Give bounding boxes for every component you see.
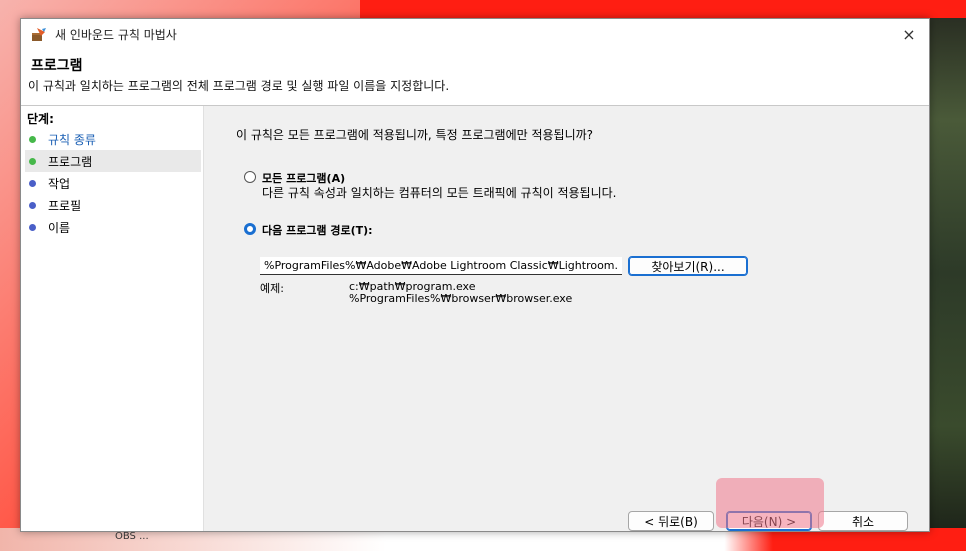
sidebar-item-rule-type[interactable]: 규칙 종류	[25, 128, 201, 150]
program-path-label[interactable]: 다음 프로그램 경로(T):	[262, 222, 373, 238]
back-button[interactable]: < 뒤로(B)	[628, 511, 714, 531]
program-question: 이 규칙은 모든 프로그램에 적용됩니까, 특정 프로그램에만 적용됩니까?	[236, 128, 594, 142]
program-path-radio[interactable]	[244, 223, 256, 235]
page-header: 프로그램 이 규칙과 일치하는 프로그램의 전체 프로그램 경로 및 실행 파일…	[21, 49, 929, 105]
steps-heading: 단계:	[27, 112, 54, 126]
sidebar-item-label: 작업	[48, 176, 71, 191]
click-highlight-overlay	[716, 478, 824, 528]
page-title: 프로그램	[31, 58, 83, 74]
browse-button[interactable]: 찾아보기(R)...	[628, 256, 748, 276]
sidebar-item-name[interactable]: 이름	[25, 216, 201, 238]
sidebar-item-label: 프로필	[48, 198, 82, 213]
title-bar: 새 인바운드 규칙 마법사 ×	[21, 19, 929, 49]
sidebar-item-action[interactable]: 작업	[25, 172, 201, 194]
sidebar-item-label: 프로그램	[48, 154, 93, 169]
firewall-wizard-icon	[31, 26, 47, 42]
steps-sidebar: 단계: 규칙 종류 프로그램 작업 프로필 이름	[21, 106, 204, 531]
sidebar-item-program[interactable]: 프로그램	[25, 150, 201, 172]
wizard-content: 이 규칙은 모든 프로그램에 적용됩니까, 특정 프로그램에만 적용됩니까? 모…	[204, 106, 929, 531]
cancel-button[interactable]: 취소	[818, 511, 908, 531]
sidebar-item-label: 규칙 종류	[48, 132, 96, 147]
example-path-2: %ProgramFiles%₩browser₩browser.exe	[349, 292, 573, 305]
example-label: 예제:	[260, 282, 284, 295]
sidebar-item-label: 이름	[48, 220, 71, 235]
background-taskbar-text: OBS ...	[115, 531, 149, 542]
window-title: 새 인바운드 규칙 마법사	[55, 28, 177, 42]
sidebar-item-profile[interactable]: 프로필	[25, 194, 201, 216]
wizard-window: 새 인바운드 규칙 마법사 × 프로그램 이 규칙과 일치하는 프로그램의 전체…	[20, 18, 930, 532]
close-button[interactable]: ×	[889, 19, 929, 49]
all-programs-description: 다른 규칙 속성과 일치하는 컴퓨터의 모든 트래픽에 규칙이 적용됩니다.	[262, 186, 617, 200]
step-pending-icon	[29, 201, 36, 209]
step-pending-icon	[29, 223, 36, 231]
step-complete-icon	[29, 135, 36, 143]
page-subtitle: 이 규칙과 일치하는 프로그램의 전체 프로그램 경로 및 실행 파일 이름을 …	[28, 79, 450, 93]
close-icon: ×	[902, 24, 916, 44]
program-path-input[interactable]	[260, 257, 622, 275]
step-pending-icon	[29, 179, 36, 187]
step-current-icon	[29, 157, 36, 165]
all-programs-radio[interactable]	[244, 171, 256, 183]
